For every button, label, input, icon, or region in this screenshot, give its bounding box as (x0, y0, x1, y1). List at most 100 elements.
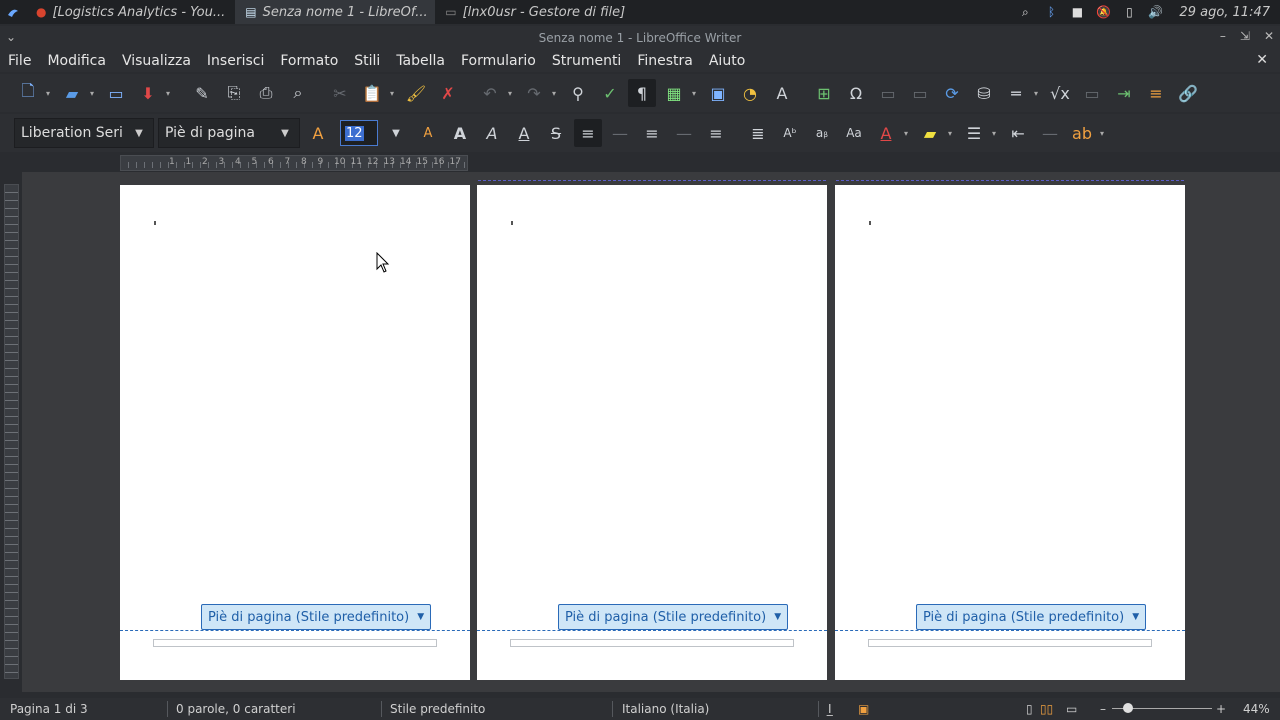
formatting-marks-icon[interactable]: ¶ (628, 79, 656, 107)
footer-text-area[interactable] (868, 639, 1152, 647)
menu-format[interactable]: Formato (272, 53, 346, 69)
app-menu-icon[interactable] (0, 0, 26, 24)
task-browser[interactable]: ● [Logistics Analytics - You... (26, 0, 235, 24)
bluetooth-icon[interactable]: ᛒ (1043, 4, 1059, 20)
zoom-slider-knob[interactable] (1123, 703, 1133, 713)
track-changes-icon[interactable]: ⟳ (938, 79, 966, 107)
align-right-icon[interactable]: ≡ (702, 119, 730, 147)
zoom-percent[interactable]: 44% (1243, 702, 1270, 716)
horizontal-ruler[interactable]: 1123456789101112131415161718 (120, 155, 468, 171)
save-dropdown-chevron-icon[interactable]: ▾ (166, 89, 174, 98)
increase-font-icon[interactable]: A (304, 119, 332, 147)
undo-dropdown-chevron-icon[interactable]: ▾ (508, 89, 516, 98)
remote-files-icon[interactable]: ▭ (102, 79, 130, 107)
cut-icon[interactable]: ✂ (326, 79, 354, 107)
paste-dropdown-chevron-icon[interactable]: ▾ (390, 89, 398, 98)
table-dropdown-chevron-icon[interactable]: ▾ (692, 89, 700, 98)
insert-line-icon[interactable]: ═ (1002, 79, 1030, 107)
clock[interactable]: 29 ago, 11:47 (1179, 5, 1270, 20)
indent-icon[interactable]: ⇤ (1004, 119, 1032, 147)
decrease-font-icon[interactable]: A (414, 119, 442, 147)
footnote-icon[interactable]: ▭ (906, 79, 934, 107)
book-view-icon[interactable]: ▭ (1066, 702, 1077, 716)
subscript-icon[interactable]: aᵦ (808, 119, 836, 147)
save-icon[interactable]: ⬇ (134, 79, 162, 107)
align-dim-icon[interactable]: — (670, 119, 698, 147)
find-replace-icon[interactable]: ⚲ (564, 79, 592, 107)
italic-icon[interactable]: A (478, 119, 506, 147)
menu-insert[interactable]: Inserisci (199, 53, 272, 69)
edit-mode-icon[interactable]: ✎ (188, 79, 216, 107)
menu-form[interactable]: Formulario (453, 53, 544, 69)
database-icon[interactable]: ⛁ (970, 79, 998, 107)
print-icon[interactable]: ⎙ (252, 79, 280, 107)
document-modified-icon[interactable]: ▣ (858, 702, 869, 716)
zoom-out-icon[interactable]: – (1100, 702, 1106, 716)
line-spacing-dropdown-chevron-icon[interactable]: ▾ (992, 129, 1000, 138)
underline-icon[interactable]: A (510, 119, 538, 147)
notifications-muted-icon[interactable]: 🔕 (1095, 4, 1111, 20)
paste-icon[interactable]: 📋 (358, 79, 386, 107)
highlight-color-icon[interactable]: ▰ (916, 119, 944, 147)
hyperlink-icon[interactable]: ▭ (874, 79, 902, 107)
search-icon[interactable]: ⌕ (1017, 4, 1033, 20)
font-size-chevron-down-icon[interactable]: ▼ (382, 119, 410, 147)
single-page-view-icon[interactable]: ▯ (1026, 702, 1033, 716)
window-menu-chevron-icon[interactable]: ⌄ (6, 30, 16, 44)
align-center-icon[interactable]: ≡ (638, 119, 666, 147)
align-left-icon[interactable]: ≡ (574, 119, 602, 147)
spelling-icon[interactable]: ✓ (596, 79, 624, 107)
font-name-chevron-down-icon[interactable]: ▼ (125, 119, 153, 147)
maximize-icon[interactable]: ⇲ (1240, 29, 1250, 43)
formula-icon[interactable]: √x (1046, 79, 1074, 107)
new-document-icon[interactable]: 🗋 (14, 79, 42, 107)
task-file-manager[interactable]: ▭ [lnx0usr - Gestore di file] (435, 0, 635, 24)
paragraph-style-chevron-down-icon[interactable]: ▼ (271, 119, 299, 147)
insert-table-icon[interactable]: ▦ (660, 79, 688, 107)
insert-image-icon[interactable]: ▣ (704, 79, 732, 107)
special-character-icon[interactable]: Ω (842, 79, 870, 107)
menu-view[interactable]: Visualizza (114, 53, 199, 69)
task-writer[interactable]: ▤ Senza nome 1 - LibreOf... (235, 0, 436, 24)
zoom-in-icon[interactable]: + (1216, 702, 1226, 716)
highlight-dropdown-chevron-icon[interactable]: ▾ (948, 129, 956, 138)
window-icon[interactable]: ■ (1069, 4, 1085, 20)
menu-tools[interactable]: Strumenti (544, 53, 630, 69)
line-spacing-icon[interactable]: ☰ (960, 119, 988, 147)
paragraph-style-combo[interactable]: Piè di pagina ▼ (158, 118, 300, 148)
status-page-style[interactable]: Stile predefinito (390, 702, 485, 716)
page-break-icon[interactable]: ⊞ (810, 79, 838, 107)
footer-text-area[interactable] (510, 639, 794, 647)
char-spacing-dropdown-chevron-icon[interactable]: ▾ (1100, 129, 1108, 138)
status-page-count[interactable]: Pagina 1 di 3 (10, 702, 88, 716)
volume-icon[interactable]: 🔊 (1147, 4, 1163, 20)
footer-style-button[interactable]: Piè di pagina (Stile predefinito) ▼ (201, 604, 432, 630)
menu-window[interactable]: Finestra (629, 53, 701, 69)
print-preview-icon[interactable]: ⌕ (284, 79, 312, 107)
minimize-icon[interactable]: – (1220, 29, 1226, 43)
menu-table[interactable]: Tabella (388, 53, 453, 69)
font-color-icon[interactable]: A (872, 119, 900, 147)
status-language[interactable]: Italiano (Italia) (622, 702, 709, 716)
redo-icon[interactable]: ↷ (520, 79, 548, 107)
insert-textbox-icon[interactable]: A (768, 79, 796, 107)
open-dropdown-chevron-icon[interactable]: ▾ (90, 89, 98, 98)
menu-file[interactable]: File (0, 53, 39, 69)
insert-chart-icon[interactable]: ◔ (736, 79, 764, 107)
shadow-icon[interactable]: Aa (840, 119, 868, 147)
undo-icon[interactable]: ↶ (476, 79, 504, 107)
outdent-icon[interactable]: — (1036, 119, 1064, 147)
insert-mode-icon[interactable]: I̲ (828, 702, 832, 716)
vertical-ruler[interactable] (4, 184, 19, 679)
multi-page-view-icon[interactable]: ▯▯ (1040, 702, 1053, 716)
font-size-input[interactable]: 12 (340, 120, 378, 146)
close-window-icon[interactable]: ✕ (1264, 29, 1274, 43)
menu-help[interactable]: Aiuto (701, 53, 753, 69)
strikethrough-icon[interactable]: S (542, 119, 570, 147)
status-word-count[interactable]: 0 parole, 0 caratteri (176, 702, 296, 716)
superscript-icon[interactable]: Aᵇ (776, 119, 804, 147)
link-icon[interactable]: 🔗 (1174, 79, 1202, 107)
align-justify-small-icon[interactable]: — (606, 119, 634, 147)
new-dropdown-chevron-icon[interactable]: ▾ (46, 89, 54, 98)
font-color-dropdown-chevron-icon[interactable]: ▾ (904, 129, 912, 138)
